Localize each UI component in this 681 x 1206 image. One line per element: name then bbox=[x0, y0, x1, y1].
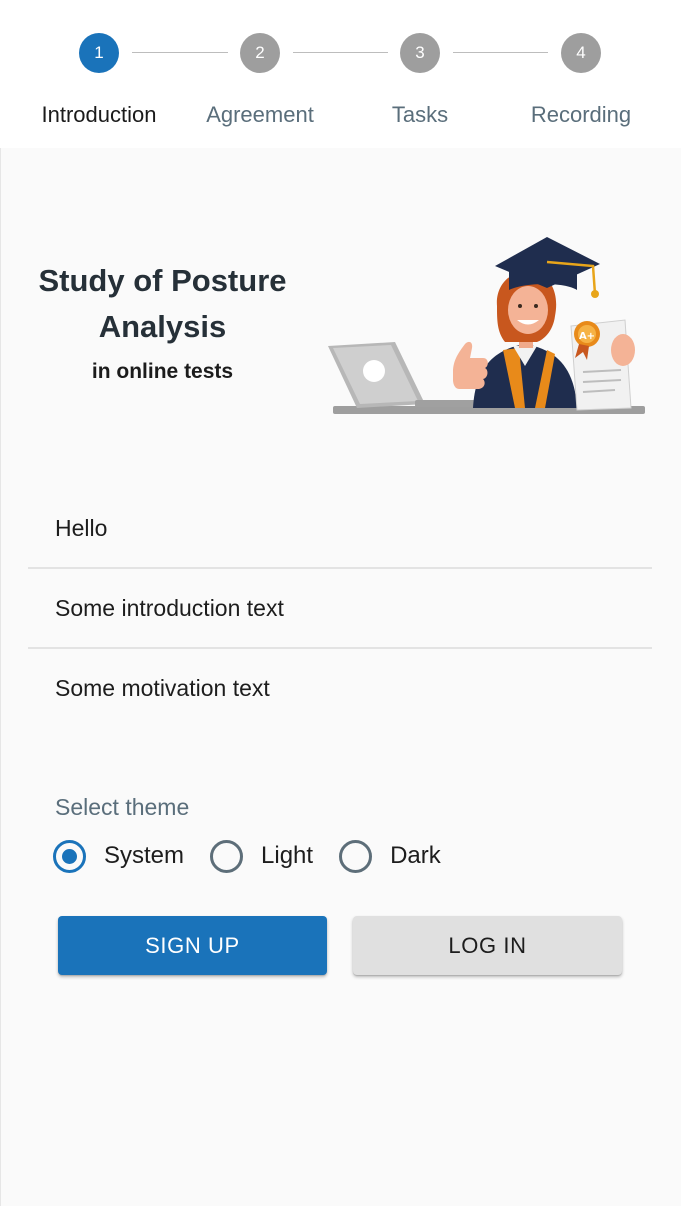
study-title: Study of Posture Analysis bbox=[38, 263, 287, 344]
step-4-label: Recording bbox=[530, 102, 632, 127]
theme-radio-group: System Light Dark bbox=[53, 836, 467, 876]
list-item-hello: Hello bbox=[28, 488, 652, 568]
step-3-label: Tasks bbox=[391, 102, 449, 127]
list-item-text: Some motivation text bbox=[55, 674, 270, 701]
award-badge-text: A+ bbox=[579, 331, 595, 342]
list-item-introduction: Some introduction text bbox=[28, 568, 652, 648]
step-1-label: Introduction bbox=[41, 102, 157, 127]
list-item-text: Some introduction text bbox=[55, 594, 284, 621]
theme-legend: Select theme bbox=[55, 794, 190, 820]
step-connector bbox=[132, 52, 228, 53]
list-item-motivation: Some motivation text bbox=[28, 648, 652, 728]
log-in-button[interactable]: LOG IN bbox=[353, 916, 622, 975]
theme-option-light[interactable]: Light bbox=[210, 839, 314, 873]
radio-unchecked-icon[interactable] bbox=[210, 839, 244, 873]
theme-option-label: Dark bbox=[390, 842, 441, 869]
holding-hand bbox=[611, 334, 635, 366]
radio-unchecked-icon[interactable] bbox=[339, 839, 373, 873]
step-3-indicator[interactable]: 3 bbox=[400, 33, 440, 73]
graduate-illustration-icon: A+ bbox=[328, 237, 645, 414]
face-shape bbox=[508, 286, 548, 334]
theme-option-system[interactable]: System bbox=[53, 839, 185, 873]
study-subtitle: in online tests bbox=[91, 360, 234, 383]
step-2-indicator[interactable]: 2 bbox=[240, 33, 280, 73]
list-item-text: Hello bbox=[55, 514, 108, 541]
sign-up-button[interactable]: SIGN UP bbox=[58, 916, 327, 975]
theme-option-dark[interactable]: Dark bbox=[339, 839, 441, 873]
step-connector bbox=[453, 52, 548, 53]
app-page: 1 2 3 4 Introduction Agreement Tasks Rec… bbox=[0, 0, 681, 1206]
thumbs-up-hand bbox=[453, 341, 488, 389]
stepper: 1 2 3 4 Introduction Agreement Tasks Rec… bbox=[0, 0, 681, 148]
step-2-label: Agreement bbox=[206, 102, 314, 127]
step-4-indicator[interactable]: 4 bbox=[561, 33, 601, 73]
theme-option-label: Light bbox=[261, 842, 314, 869]
step-connector bbox=[293, 52, 388, 53]
step-1-indicator[interactable]: 1 bbox=[79, 33, 119, 73]
laptop-logo bbox=[363, 360, 385, 382]
theme-option-label: System bbox=[104, 842, 185, 869]
radio-checked-icon[interactable] bbox=[53, 839, 86, 873]
